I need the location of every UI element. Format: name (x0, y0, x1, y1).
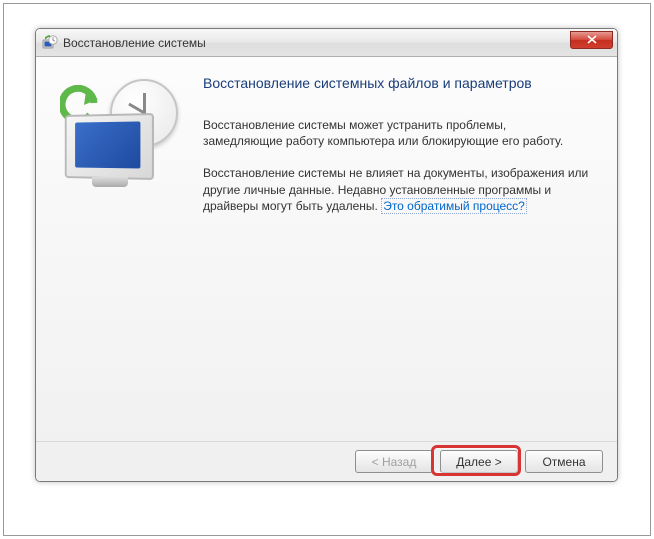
window-title: Восстановление системы (63, 36, 570, 50)
close-button[interactable] (570, 31, 613, 49)
system-restore-icon (42, 35, 58, 51)
wizard-content: Восстановление системных файлов и параме… (36, 57, 617, 441)
wizard-text: Восстановление системных файлов и параме… (203, 75, 589, 429)
cancel-button[interactable]: Отмена (525, 450, 603, 473)
close-icon (587, 35, 597, 44)
page-heading: Восстановление системных файлов и параме… (203, 75, 589, 91)
back-button: < Назад (355, 450, 433, 473)
wizard-graphic (58, 75, 203, 429)
next-button[interactable]: Далее > (440, 450, 518, 473)
intro-paragraph-1: Восстановление системы может устранить п… (203, 117, 589, 149)
intro-paragraph-2: Восстановление системы не влияет на доку… (203, 165, 589, 214)
system-restore-window: Восстановление системы (35, 28, 618, 482)
wizard-button-bar: < Назад Далее > Отмена (36, 441, 617, 481)
reversible-process-link[interactable]: Это обратимый процесс? (381, 198, 527, 214)
titlebar[interactable]: Восстановление системы (36, 29, 617, 57)
monitor-icon (65, 113, 154, 180)
